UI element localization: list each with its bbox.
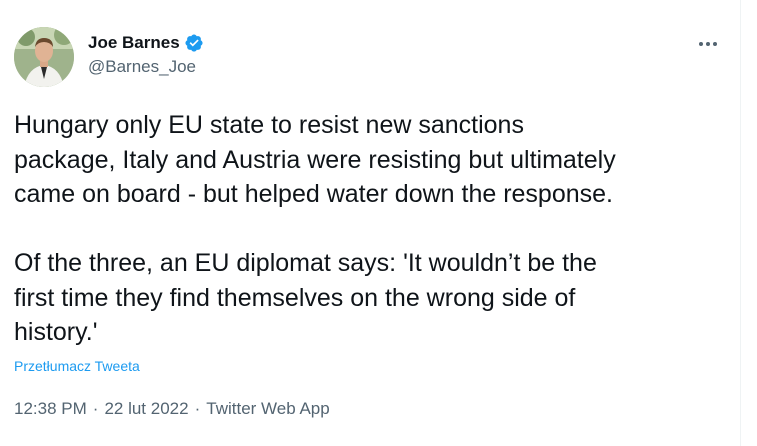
tweet-date[interactable]: 22 lut 2022 xyxy=(104,399,188,419)
tweet-card: Joe Barnes @Barnes_Joe Hungary only EU s… xyxy=(0,0,740,446)
verified-badge-icon xyxy=(184,33,204,53)
avatar-image xyxy=(14,27,74,87)
tweet-text: Hungary only EU state to resist new sanc… xyxy=(14,111,616,346)
more-options-icon xyxy=(699,42,717,46)
name-row: Joe Barnes xyxy=(88,32,204,54)
meta-separator: · xyxy=(92,399,99,418)
author-handle[interactable]: @Barnes_Joe xyxy=(88,56,204,78)
more-options-button[interactable] xyxy=(690,30,726,58)
column-divider xyxy=(740,0,741,446)
avatar[interactable] xyxy=(14,27,74,87)
author-info: Joe Barnes @Barnes_Joe xyxy=(88,32,204,78)
meta-separator: · xyxy=(194,399,201,418)
tweet-meta: 12:38 PM · 22 lut 2022 · Twitter Web App xyxy=(14,399,330,419)
translate-tweet-link[interactable]: Przetłumacz Tweeta xyxy=(14,358,140,374)
tweet-time[interactable]: 12:38 PM xyxy=(14,399,87,419)
tweet-source[interactable]: Twitter Web App xyxy=(206,399,329,419)
display-name[interactable]: Joe Barnes xyxy=(88,32,180,54)
